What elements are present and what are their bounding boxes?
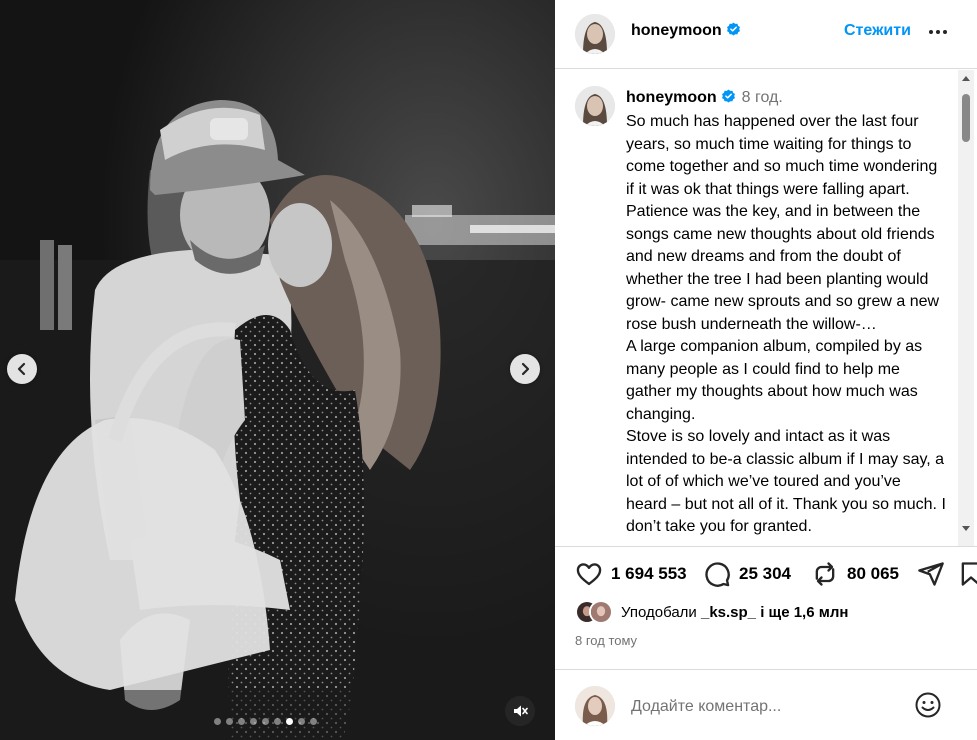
- comment-composer: [555, 670, 977, 740]
- scrollbar-thumb[interactable]: [962, 94, 970, 142]
- bookmark-icon: [961, 562, 977, 586]
- reposts-count: 80 065: [847, 564, 899, 583]
- carousel-dot: [286, 718, 293, 725]
- muted-speaker-icon: [514, 705, 528, 717]
- comment-icon: [705, 562, 730, 587]
- scroll-down-arrow-icon[interactable]: [962, 526, 970, 531]
- caption-scroll-area[interactable]: honeymoon 8 год. So much has happened ove…: [555, 70, 977, 546]
- carousel-dot: [238, 718, 245, 725]
- liked-by-row[interactable]: Уподобали _ks.sp_ і ще 1,6 млн: [575, 599, 848, 625]
- liked-by-text: Уподобали _ks.sp_ і ще 1,6 млн: [621, 604, 848, 621]
- carousel-dot: [214, 718, 221, 725]
- comments-count: 25 304: [739, 564, 791, 583]
- emoji-icon[interactable]: [913, 690, 943, 720]
- carousel-dot: [298, 718, 305, 725]
- liked-by-prefix: Уподобали: [621, 603, 701, 621]
- verified-badge-icon: [726, 22, 740, 36]
- author-username[interactable]: honeymoon: [631, 22, 741, 40]
- caption-header: honeymoon 8 год.: [626, 89, 783, 107]
- follow-button[interactable]: Стежити: [844, 22, 911, 40]
- post-timestamp[interactable]: 8 год тому: [575, 633, 637, 648]
- share-button[interactable]: [917, 560, 945, 588]
- instagram-post-modal: honeymoon Стежити honeymoon 8 год. So muc…: [0, 0, 977, 740]
- post-photo: [0, 0, 555, 740]
- more-horizontal-icon[interactable]: [926, 20, 950, 44]
- caption-author-avatar[interactable]: [575, 86, 615, 126]
- author-avatar[interactable]: [575, 14, 615, 54]
- author-username-text: honeymoon: [631, 22, 722, 39]
- carousel-dot: [226, 718, 233, 725]
- post-side-panel: honeymoon Стежити honeymoon 8 год. So muc…: [555, 0, 977, 740]
- scroll-up-arrow-icon[interactable]: [962, 76, 970, 81]
- liked-by-user[interactable]: _ks.sp_: [701, 604, 756, 621]
- caption-username[interactable]: honeymoon: [626, 89, 717, 106]
- verified-badge-icon: [721, 89, 735, 103]
- liked-by-avatars: [575, 600, 615, 624]
- caption-timestamp: 8 год.: [741, 89, 783, 106]
- save-button[interactable]: [957, 560, 977, 588]
- liked-by-others[interactable]: і ще 1,6 млн: [756, 604, 848, 621]
- carousel-dot: [250, 718, 257, 725]
- caption-text: So much has happened over the last four …: [626, 113, 946, 535]
- avatar: [589, 600, 613, 624]
- like-button[interactable]: 1 694 553: [575, 560, 687, 588]
- carousel-dot: [310, 718, 317, 725]
- heart-icon: [576, 563, 602, 586]
- post-header: honeymoon Стежити: [555, 0, 977, 69]
- post-actions-bar: 1 694 553 25 304 80 065: [555, 556, 977, 596]
- chevron-right-icon: [521, 362, 530, 376]
- repost-button[interactable]: 80 065: [811, 560, 899, 588]
- carousel-dot: [262, 718, 269, 725]
- carousel-next-button[interactable]: [510, 354, 540, 384]
- comment-button[interactable]: 25 304: [703, 560, 791, 588]
- repost-icon: [815, 562, 835, 586]
- chevron-left-icon: [17, 362, 26, 376]
- actions-divider: [555, 546, 977, 547]
- carousel-dot: [274, 718, 281, 725]
- share-icon: [918, 562, 944, 586]
- mute-toggle-button[interactable]: [505, 696, 535, 726]
- carousel-prev-button[interactable]: [7, 354, 37, 384]
- viewer-avatar: [575, 686, 615, 726]
- caption-scrollbar[interactable]: [958, 70, 974, 546]
- likes-count: 1 694 553: [611, 564, 687, 583]
- comment-input[interactable]: [631, 696, 901, 718]
- post-media[interactable]: [0, 0, 555, 740]
- carousel-indicator: [214, 718, 317, 725]
